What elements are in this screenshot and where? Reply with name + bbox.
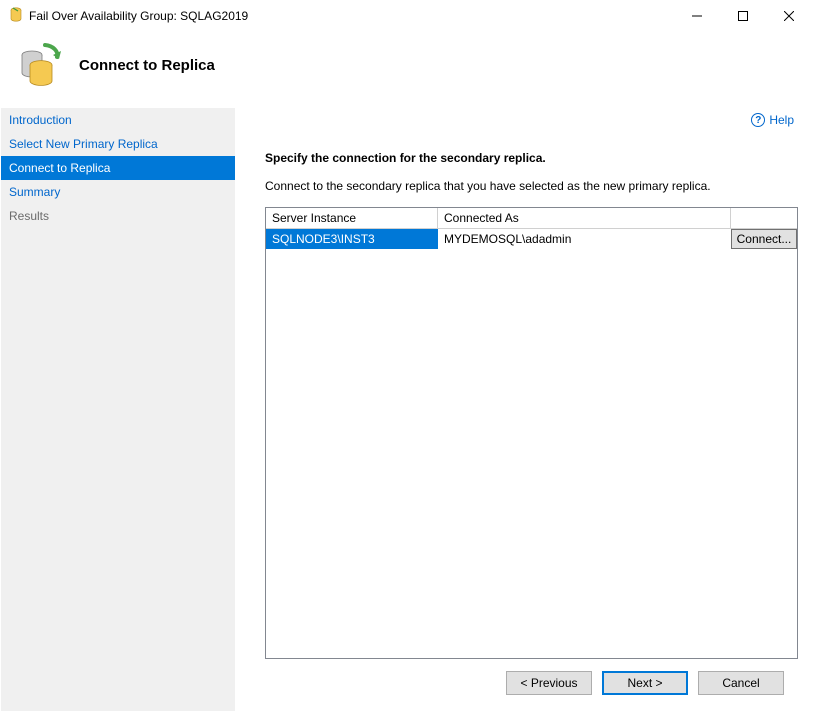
wizard-body: Introduction Select New Primary Replica … bbox=[1, 107, 812, 711]
cell-server-instance: SQLNODE3\INST3 bbox=[266, 229, 438, 249]
close-icon bbox=[784, 11, 794, 21]
window-title: Fail Over Availability Group: SQLAG2019 bbox=[29, 9, 674, 23]
nav-connect-to-replica[interactable]: Connect to Replica bbox=[1, 156, 235, 180]
window-controls bbox=[674, 1, 812, 31]
replica-table: Server Instance Connected As SQLNODE3\IN… bbox=[265, 207, 798, 659]
next-button[interactable]: Next > bbox=[602, 671, 688, 695]
table-empty-area bbox=[266, 249, 797, 658]
cancel-button[interactable]: Cancel bbox=[698, 671, 784, 695]
table-header-row: Server Instance Connected As bbox=[266, 208, 797, 229]
wizard-content: ? Help Specify the connection for the se… bbox=[235, 107, 812, 711]
database-icon bbox=[9, 7, 23, 26]
wizard-window: Fail Over Availability Group: SQLAG2019 bbox=[0, 0, 813, 712]
close-button[interactable] bbox=[766, 1, 812, 31]
page-title: Connect to Replica bbox=[79, 57, 215, 74]
nav-summary[interactable]: Summary bbox=[1, 180, 235, 204]
instruction-subtext: Connect to the secondary replica that yo… bbox=[265, 179, 798, 193]
maximize-icon bbox=[738, 11, 748, 21]
titlebar: Fail Over Availability Group: SQLAG2019 bbox=[1, 1, 812, 31]
maximize-button[interactable] bbox=[720, 1, 766, 31]
col-connected-as[interactable]: Connected As bbox=[438, 208, 731, 229]
minimize-icon bbox=[692, 11, 702, 21]
connect-button[interactable]: Connect... bbox=[731, 229, 797, 249]
previous-button[interactable]: < Previous bbox=[506, 671, 592, 695]
nav-select-new-primary-replica[interactable]: Select New Primary Replica bbox=[1, 132, 235, 156]
col-actions bbox=[731, 208, 797, 229]
database-failover-icon bbox=[17, 41, 61, 89]
cell-connect-action: Connect... bbox=[731, 229, 797, 249]
help-icon: ? bbox=[751, 113, 765, 127]
table-row[interactable]: SQLNODE3\INST3 MYDEMOSQL\adadmin Connect… bbox=[266, 229, 797, 249]
wizard-header: Connect to Replica bbox=[1, 31, 812, 107]
wizard-footer: < Previous Next > Cancel bbox=[265, 659, 798, 711]
nav-results: Results bbox=[1, 204, 235, 228]
instruction-heading: Specify the connection for the secondary… bbox=[265, 151, 798, 165]
nav-introduction[interactable]: Introduction bbox=[1, 108, 235, 132]
minimize-button[interactable] bbox=[674, 1, 720, 31]
col-server-instance[interactable]: Server Instance bbox=[266, 208, 438, 229]
wizard-sidebar: Introduction Select New Primary Replica … bbox=[1, 107, 235, 711]
help-link[interactable]: ? Help bbox=[751, 113, 794, 127]
cell-connected-as: MYDEMOSQL\adadmin bbox=[438, 229, 731, 249]
help-label: Help bbox=[769, 113, 794, 127]
